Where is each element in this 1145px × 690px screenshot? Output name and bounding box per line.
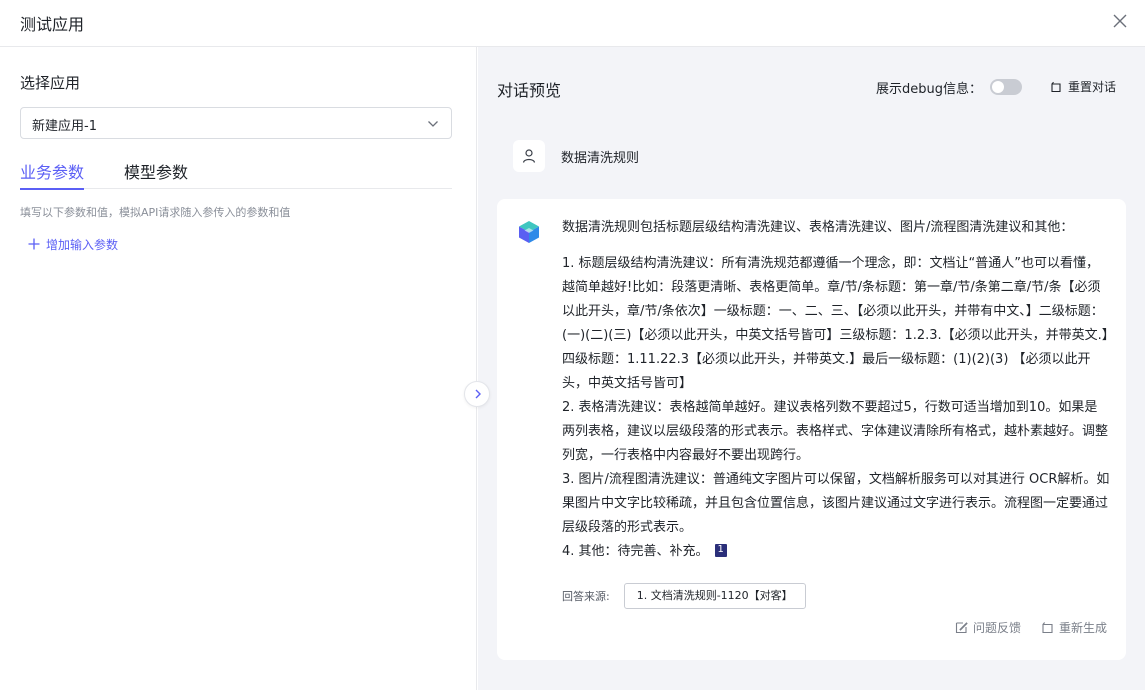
select-app-label: 选择应用 — [20, 74, 81, 92]
reset-chat-label: 重置对话 — [1068, 80, 1117, 94]
dialog-header: 测试应用 — [0, 0, 1145, 47]
bot-item-2: 2. 表格清洗建议：表格越简单越好。建议表格列数不要超过5，行数可适当增加到10… — [562, 400, 1109, 463]
app-select[interactable]: 新建应用-1 — [20, 107, 452, 139]
avatar — [513, 140, 545, 172]
chevron-right-icon — [475, 389, 481, 399]
app-select-value: 新建应用-1 — [32, 119, 97, 134]
citation-badge[interactable]: 1 — [714, 544, 727, 557]
regenerate-label: 重新生成 — [1058, 621, 1107, 635]
params-hint: 填写以下参数和值，模拟API请求随入参传入的参数和值 — [20, 206, 291, 219]
chat-preview-panel: 对话预览 展示debug信息： 重置对话 数据清洗规则 数据清洗规则包括标题层级… — [478, 47, 1145, 690]
answer-source: 回答来源: 1. 文档清洗规则-1120【对客】 — [562, 583, 806, 609]
plus-icon — [28, 238, 40, 251]
feedback-icon — [955, 622, 968, 634]
bot-item-1: 1. 标题层级结构清洗建议：所有清洗规范都遵循一个理念，即：文档让“普通人”也可… — [562, 256, 1109, 391]
bot-item-4-text: 4. 其他：待完善、补充。 — [562, 544, 709, 559]
left-panel: 选择应用 新建应用-1 业务参数 模型参数 填写以下参数和值，模拟API请求随入… — [0, 47, 477, 690]
feedback-button[interactable]: 问题反馈 — [955, 619, 1021, 636]
dialog-title: 测试应用 — [20, 15, 85, 34]
regenerate-icon — [1042, 622, 1053, 634]
source-label: 回答来源: — [562, 590, 610, 603]
chat-preview-title: 对话预览 — [497, 81, 562, 100]
param-tabs: 业务参数 模型参数 — [20, 159, 452, 190]
bot-cube-icon — [516, 219, 542, 245]
user-message-text: 数据清洗规则 — [561, 150, 640, 166]
tab-business-params[interactable]: 业务参数 — [20, 159, 84, 190]
bot-item-3: 3. 图片/流程图清洗建议：普通纯文字图片可以保留，文档解析服务可以对其进行 O… — [562, 472, 1110, 535]
user-message: 数据清洗规则 — [513, 140, 639, 172]
chevron-down-icon — [427, 118, 439, 130]
debug-toggle[interactable] — [990, 79, 1022, 95]
add-param-button[interactable]: 增加输入参数 — [28, 236, 118, 253]
message-actions: 问题反馈 重新生成 — [935, 619, 1107, 636]
tab-model-params[interactable]: 模型参数 — [124, 159, 194, 189]
regenerate-button[interactable]: 重新生成 — [1041, 619, 1107, 636]
feedback-label: 问题反馈 — [972, 621, 1021, 635]
collapse-panel-button[interactable] — [464, 381, 490, 407]
add-param-label: 增加输入参数 — [46, 238, 119, 252]
reset-chat-button[interactable]: 重置对话 — [1050, 78, 1116, 95]
source-chip[interactable]: 1. 文档清洗规则-1120【对客】 — [623, 583, 806, 609]
user-icon — [522, 149, 536, 163]
bot-intro: 数据清洗规则包括标题层级结构清洗建议、表格清洗建议、图片/流程图清洗建议和其他： — [562, 220, 1074, 235]
bot-message-card: 数据清洗规则包括标题层级结构清洗建议、表格清洗建议、图片/流程图清洗建议和其他：… — [497, 199, 1126, 660]
reset-icon — [1051, 81, 1061, 92]
debug-label: 展示debug信息： — [876, 82, 982, 97]
bot-item-4: 4. 其他：待完善、补充。 1 — [562, 540, 1110, 564]
bot-message-body: 数据清洗规则包括标题层级结构清洗建议、表格清洗建议、图片/流程图清洗建议和其他：… — [562, 216, 1110, 564]
close-icon[interactable] — [1109, 10, 1131, 32]
